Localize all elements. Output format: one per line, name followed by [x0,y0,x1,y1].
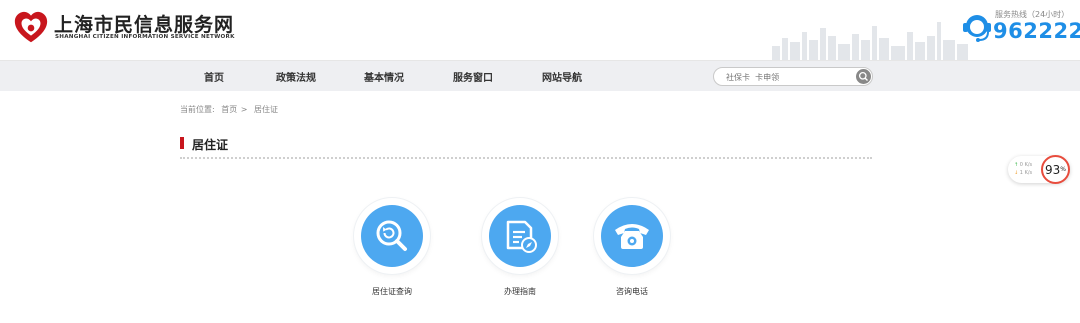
main-nav: 首页 政策法规 基本情况 服务窗口 网站导航 [0,60,1080,91]
nav-item-policies[interactable]: 政策法规 [276,69,316,84]
service-icon-disc [489,205,551,267]
breadcrumb: 当前位置: 首页 > 居住证 [180,104,282,115]
hotline-number: 962222 [993,19,1080,43]
service-label: 居住证查询 [372,287,412,296]
service-icon-ring [354,198,430,274]
title-accent-bar [180,137,184,149]
search-icon [858,71,868,81]
document-compass-icon [506,220,537,253]
memory-usage-gauge[interactable]: 93% [1041,155,1070,184]
nav-item-site-navigation[interactable]: 网站导航 [542,69,582,84]
service-icon-disc [601,205,663,267]
breadcrumb-separator: > [240,105,248,114]
gauge-percent-unit: % [1060,166,1066,173]
breadcrumb-prefix: 当前位置: [180,105,215,114]
service-label: 办理指南 [504,287,536,296]
nav-item-home[interactable]: 首页 [204,69,224,84]
service-guide[interactable]: 办理指南 [482,198,558,296]
breadcrumb-current: 居住证 [254,105,279,114]
page-title: 居住证 [192,138,229,152]
breadcrumb-home-link[interactable]: 首页 [221,105,237,114]
city-skyline-illustration [772,22,968,60]
nav-item-service-window[interactable]: 服务窗口 [453,69,493,84]
service-label: 咨询电话 [616,287,648,296]
service-icon-ring [594,198,670,274]
nav-item-overview[interactable]: 基本情况 [364,69,404,84]
gauge-percent: 93 [1045,162,1061,177]
telephone-icon [615,224,649,249]
site-title[interactable]: 上海市民信息服务网 [54,10,234,37]
service-icon-disc [361,205,423,267]
search-box [713,67,873,86]
logo-heart-icon[interactable] [12,9,50,47]
site-header: 上海市民信息服务网 SHANGHAI CITIZEN INFORMATION S… [0,0,1080,60]
service-icon-ring [482,198,558,274]
download-speed: ↓ 1 K/s [1014,170,1033,176]
headset-support-icon [963,15,991,42]
service-residence-permit-query[interactable]: 居住证查询 [354,198,430,296]
dotted-divider [180,157,872,159]
search-button[interactable] [856,69,871,84]
service-hotline[interactable]: 咨询电话 [594,198,670,296]
magnifier-refresh-icon [376,220,407,251]
search-input[interactable] [726,71,851,83]
upload-speed: ↑ 0 K/s [1014,162,1033,168]
site-subtitle: SHANGHAI CITIZEN INFORMATION SERVICE NET… [55,34,235,40]
